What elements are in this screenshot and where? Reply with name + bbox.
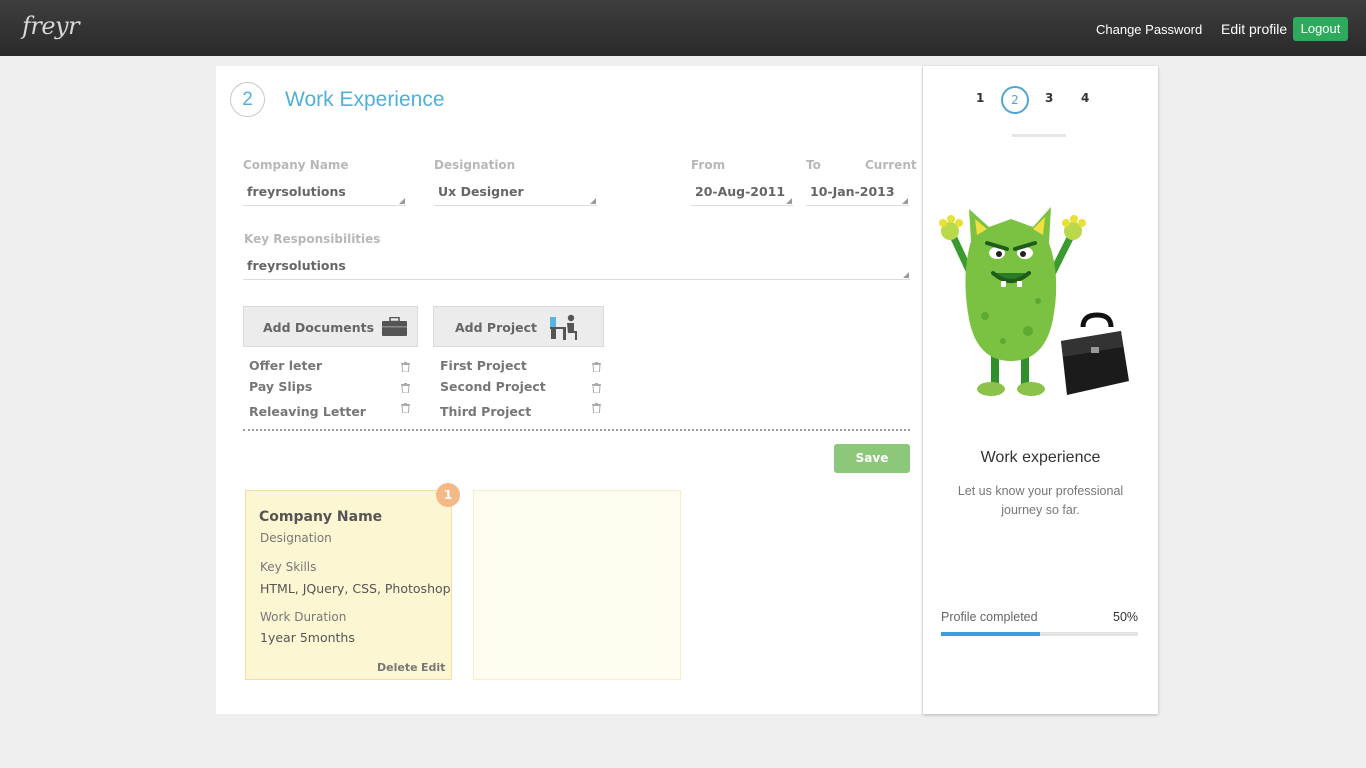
- add-project-label: Add Project: [455, 320, 537, 335]
- step-3[interactable]: 3: [1045, 91, 1053, 105]
- top-bar: freyr Change Password Edit profile Logou…: [0, 0, 1366, 56]
- logo[interactable]: freyr: [22, 12, 80, 40]
- add-documents-label: Add Documents: [263, 320, 375, 335]
- sidebar-description: Let us know your professional journey so…: [957, 484, 1124, 517]
- current-toggle[interactable]: Current: [865, 158, 917, 172]
- card-edit-button[interactable]: Edit: [421, 661, 445, 674]
- work-experience-form: 2 Work Experience Company Name freyrsolu…: [216, 66, 922, 714]
- document-item[interactable]: Offer leter: [249, 358, 322, 373]
- to-label: To: [806, 158, 821, 172]
- trash-icon[interactable]: [401, 362, 410, 372]
- empty-experience-slot[interactable]: [473, 490, 681, 680]
- key-responsibilities-label: Key Responsibilities: [244, 232, 381, 246]
- sidebar-title: Work experience: [980, 449, 1101, 466]
- company-name-label: Company Name: [243, 158, 349, 172]
- step-indicator: 2: [230, 82, 265, 117]
- resize-handle-icon: [902, 198, 908, 204]
- save-button[interactable]: Save: [834, 444, 910, 473]
- trash-icon[interactable]: [592, 362, 601, 372]
- resize-handle-icon: [590, 198, 596, 204]
- company-name-value: freyrsolutions: [247, 184, 346, 199]
- designation-label: Designation: [434, 158, 516, 172]
- progress-percent: 50%: [1113, 610, 1139, 624]
- resize-handle-icon: [786, 198, 792, 204]
- card-skills: HTML, JQuery, CSS, Photoshop: [260, 581, 451, 596]
- trash-icon[interactable]: [592, 403, 601, 413]
- progress-sidebar: 1 2 3 4 Work experience Let us know your…: [923, 66, 1158, 714]
- page-title: Work Experience: [285, 88, 445, 111]
- step-4[interactable]: 4: [1081, 91, 1089, 105]
- step-2-active[interactable]: 2: [1001, 86, 1029, 114]
- trash-icon[interactable]: [401, 383, 410, 393]
- designation-field[interactable]: Ux Designer: [434, 178, 597, 206]
- to-date-value: 10-Jan-2013: [810, 184, 895, 199]
- to-date-field[interactable]: 10-Jan-2013: [806, 178, 909, 206]
- company-name-field[interactable]: freyrsolutions: [243, 178, 406, 206]
- project-item[interactable]: Third Project: [440, 404, 531, 419]
- desk-worker-icon: [550, 314, 578, 344]
- change-password-link[interactable]: Change Password: [1096, 22, 1202, 37]
- card-duration: 1year 5months: [260, 630, 355, 645]
- edit-profile-link[interactable]: Edit profile: [1221, 21, 1287, 37]
- progress-bar-fill: [941, 632, 1040, 636]
- monster-briefcase-illustration: [933, 201, 1143, 405]
- key-responsibilities-value: freyrsolutions: [247, 258, 346, 273]
- document-item[interactable]: Pay Slips: [249, 379, 312, 394]
- from-date-field[interactable]: 20-Aug-2011: [691, 178, 793, 206]
- section-divider: [243, 429, 910, 431]
- trash-icon[interactable]: [401, 403, 410, 413]
- from-date-value: 20-Aug-2011: [695, 184, 786, 199]
- designation-value: Ux Designer: [438, 184, 524, 199]
- project-item[interactable]: Second Project: [440, 379, 546, 394]
- logout-button[interactable]: Logout: [1293, 17, 1348, 41]
- progress-bar: [941, 632, 1138, 636]
- resize-handle-icon: [903, 272, 909, 278]
- step-underline: [1012, 134, 1066, 137]
- resize-handle-icon: [399, 198, 405, 204]
- step-1[interactable]: 1: [976, 91, 984, 105]
- key-responsibilities-field[interactable]: freyrsolutions: [243, 252, 910, 280]
- from-label: From: [691, 158, 726, 172]
- progress-label: Profile completed: [941, 610, 1038, 624]
- trash-icon[interactable]: [592, 383, 601, 393]
- add-documents-button[interactable]: Add Documents: [243, 306, 418, 347]
- project-item[interactable]: First Project: [440, 358, 527, 373]
- card-skills-label: Key Skills: [260, 560, 317, 574]
- card-number-badge: 1: [436, 483, 460, 507]
- card-delete-button[interactable]: Delete: [377, 661, 418, 674]
- add-project-button[interactable]: Add Project: [433, 306, 604, 347]
- card-designation: Designation: [260, 531, 332, 545]
- card-company-name: Company Name: [259, 509, 383, 525]
- briefcase-icon: [382, 316, 407, 340]
- document-item[interactable]: Releaving Letter: [249, 404, 366, 419]
- card-duration-label: Work Duration: [260, 610, 347, 624]
- experience-card: 1 Company Name Designation Key Skills HT…: [245, 483, 460, 680]
